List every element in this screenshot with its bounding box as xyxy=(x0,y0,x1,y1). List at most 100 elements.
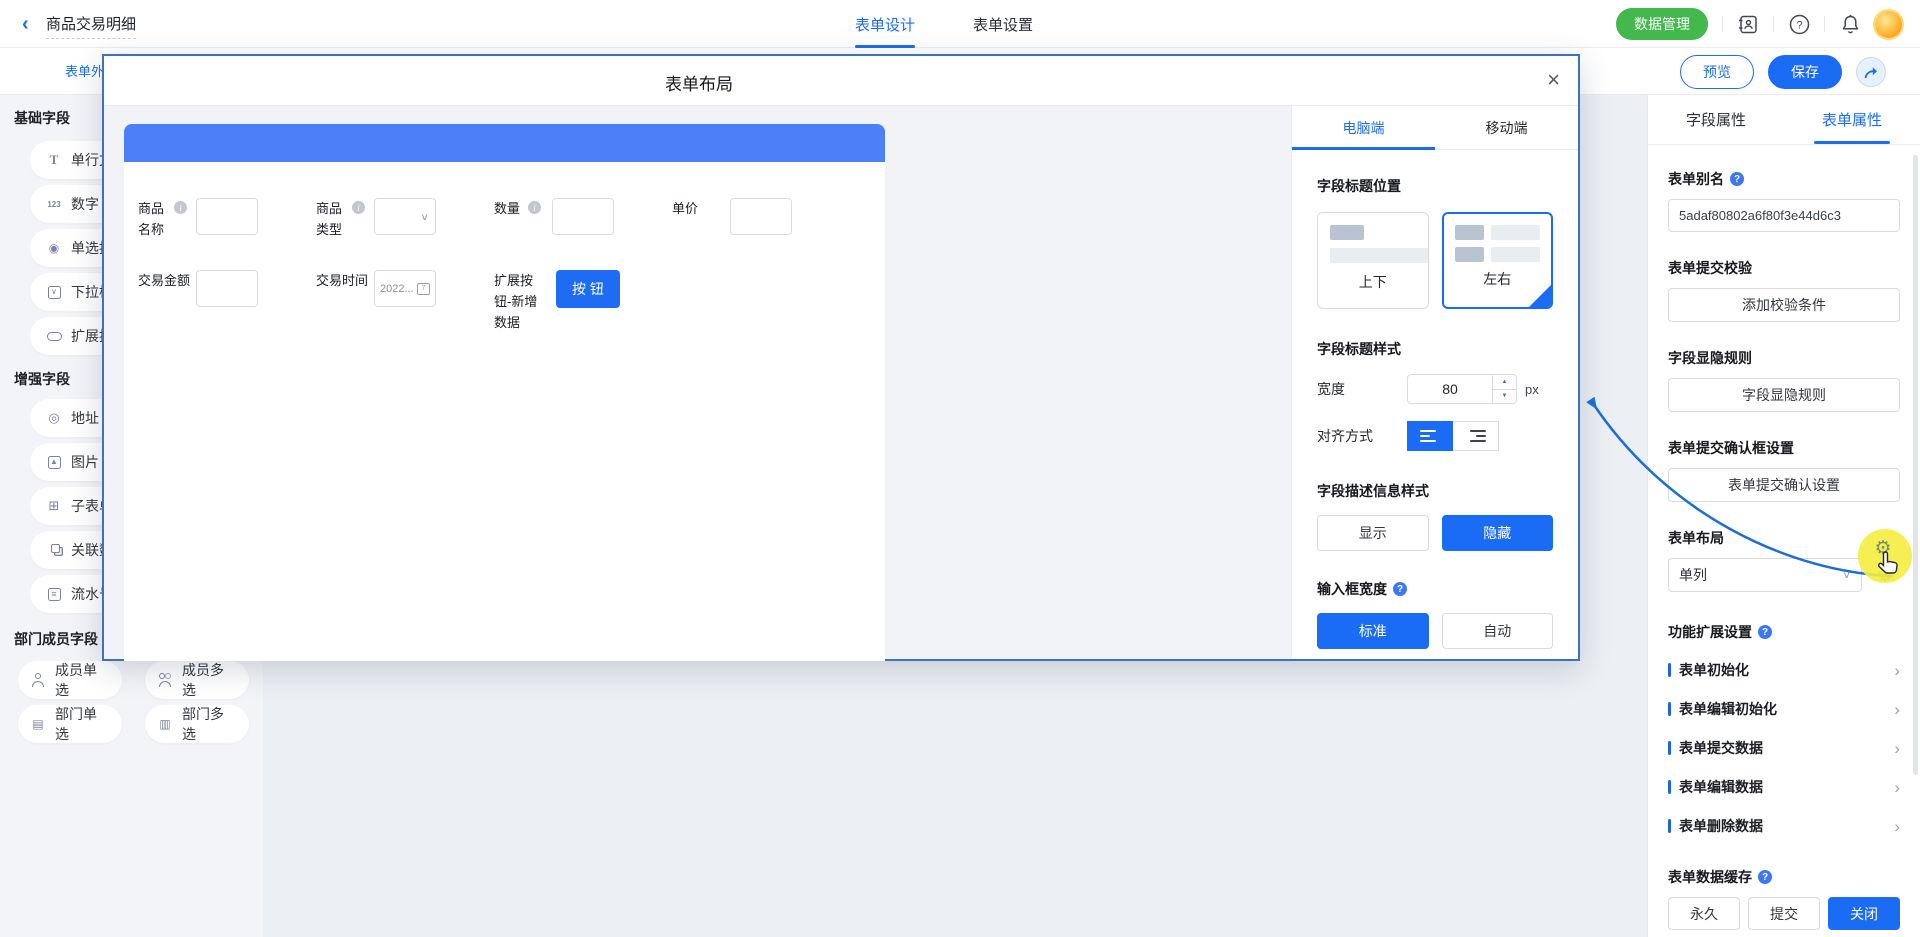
field-visibility-label: 字段显隐规则 xyxy=(1668,348,1900,368)
tab-mobile[interactable]: 移动端 xyxy=(1435,106,1578,149)
close-icon[interactable]: × xyxy=(1547,68,1560,92)
calendar-icon: 7 xyxy=(417,283,430,295)
location-pin-icon: ◎ xyxy=(46,410,62,426)
group-title-enhanced: 增强字段 xyxy=(14,369,70,389)
desc-hide-button[interactable]: 隐藏 xyxy=(1442,515,1554,551)
form-external-link[interactable]: 表单外链 xyxy=(60,61,106,80)
help-icon[interactable]: ? xyxy=(1730,172,1744,186)
page-title[interactable]: 商品交易明细 xyxy=(46,13,136,39)
department-icon: ▤ xyxy=(30,716,46,732)
extend-action-button[interactable]: 按 钮 xyxy=(556,270,620,308)
field-item-member-multi[interactable]: 成员多选 xyxy=(145,661,249,699)
top-bar: ‹ 商品交易明细 表单设计 表单设置 数据管理 ? xyxy=(0,0,1920,48)
notification-bell-icon[interactable] xyxy=(1839,13,1861,35)
tab-form-properties[interactable]: 表单属性 xyxy=(1784,95,1920,144)
back-icon[interactable]: ‹ xyxy=(22,13,29,35)
date-input[interactable]: 2022... 7 xyxy=(374,270,436,307)
input-width-standard-button[interactable]: 标准 xyxy=(1317,613,1429,649)
form-field-extend-button[interactable]: 扩展按钮-新增数据 按 钮 xyxy=(494,270,540,333)
ext-form-edit-init[interactable]: 表单编辑初始化› xyxy=(1668,698,1900,720)
info-icon[interactable]: i xyxy=(174,201,187,214)
field-item-dept-multi[interactable]: ▥ 部门多选 xyxy=(145,705,249,743)
blue-bar xyxy=(1668,663,1671,677)
form-alias-label: 表单别名? xyxy=(1668,169,1900,189)
chevron-right-icon: › xyxy=(1894,818,1900,835)
form-layout-select[interactable]: 单列 ∨ xyxy=(1668,558,1862,592)
ext-form-submit-data[interactable]: 表单提交数据› xyxy=(1668,737,1900,759)
data-manage-button[interactable]: 数据管理 xyxy=(1616,8,1708,40)
field-item-dept-single[interactable]: ▤ 部门单选 xyxy=(18,705,122,743)
divider xyxy=(1824,16,1825,32)
modal-title: 表单布局 xyxy=(104,70,1294,95)
info-icon[interactable]: i xyxy=(352,201,365,214)
person-icon xyxy=(30,672,46,688)
cache-close-button[interactable]: 关闭 xyxy=(1828,897,1900,930)
label-position-top-bottom[interactable]: 上下 xyxy=(1317,212,1429,309)
chevron-down-icon: ∨ xyxy=(1842,569,1851,580)
align-left-button[interactable] xyxy=(1407,421,1453,451)
width-label: 宽度 xyxy=(1317,379,1407,399)
help-icon[interactable]: ? xyxy=(1758,625,1772,639)
tab-form-settings[interactable]: 表单设置 xyxy=(973,0,1033,48)
radio-icon: ◉ xyxy=(46,240,62,256)
form-alias-input[interactable]: 5adaf80802a6f80f3e44d6c3 xyxy=(1668,199,1900,232)
save-button[interactable]: 保存 xyxy=(1768,55,1842,89)
preview-button[interactable]: 预览 xyxy=(1680,55,1754,89)
width-unit: px xyxy=(1525,382,1539,397)
svg-text:?: ? xyxy=(1796,19,1802,31)
align-right-button[interactable] xyxy=(1453,421,1499,451)
chevron-right-icon: › xyxy=(1894,701,1900,718)
group-title-members: 部门成员字段 xyxy=(14,629,98,649)
form-field-trade-time[interactable]: 交易时间 2022... 7 xyxy=(316,270,370,291)
step-down-icon[interactable]: ▼ xyxy=(1493,390,1516,404)
help-icon[interactable]: ? xyxy=(1788,13,1810,35)
width-stepper[interactable]: ▲▼ xyxy=(1493,374,1517,404)
tab-desktop[interactable]: 电脑端 xyxy=(1292,106,1435,149)
ext-form-edit-data[interactable]: 表单编辑数据› xyxy=(1668,776,1900,798)
submit-validation-label: 表单提交校验 xyxy=(1668,258,1900,278)
submit-confirm-button[interactable]: 表单提交确认设置 xyxy=(1668,468,1900,502)
ext-form-delete-data[interactable]: 表单删除数据› xyxy=(1668,815,1900,837)
form-layout-label: 表单布局 xyxy=(1668,528,1900,548)
form-field-product-type[interactable]: 商品类型 i ∨ xyxy=(316,198,346,240)
field-item-member-single[interactable]: 成员单选 xyxy=(18,661,122,699)
cache-permanent-button[interactable]: 永久 xyxy=(1668,897,1740,930)
width-value-input[interactable]: 80 xyxy=(1407,374,1493,404)
input-width-auto-button[interactable]: 自动 xyxy=(1442,613,1554,649)
panel-scrollbar[interactable] xyxy=(1913,155,1918,775)
tab-field-properties[interactable]: 字段属性 xyxy=(1648,95,1784,144)
form-field-unit-price[interactable]: 单价 xyxy=(672,198,702,219)
external-link-wrap: 表单外链 xyxy=(60,61,106,80)
address-book-icon[interactable] xyxy=(1737,13,1759,35)
text-input[interactable] xyxy=(730,198,792,235)
text-input[interactable] xyxy=(196,198,258,235)
avatar[interactable] xyxy=(1875,11,1902,38)
layout-settings-gear-button[interactable]: ⚙ xyxy=(1870,558,1900,592)
desc-show-button[interactable]: 显示 xyxy=(1317,515,1429,551)
properties-tabs: 字段属性 表单属性 xyxy=(1648,95,1920,145)
data-cache-label: 表单数据缓存? xyxy=(1668,867,1900,887)
cache-submit-button[interactable]: 提交 xyxy=(1748,897,1820,930)
form-header-banner xyxy=(124,124,885,162)
step-up-icon[interactable]: ▲ xyxy=(1493,375,1516,390)
help-icon[interactable]: ? xyxy=(1393,582,1407,596)
text-input[interactable] xyxy=(552,198,614,235)
share-button[interactable] xyxy=(1856,57,1886,87)
select-input[interactable]: ∨ xyxy=(374,198,436,235)
text-input[interactable] xyxy=(196,270,258,307)
field-visibility-button[interactable]: 字段显隐规则 xyxy=(1668,378,1900,412)
help-icon[interactable]: ? xyxy=(1758,870,1772,884)
ext-form-init[interactable]: 表单初始化› xyxy=(1668,659,1900,681)
label-style-title: 字段标题样式 xyxy=(1317,339,1553,359)
divider xyxy=(1722,16,1723,32)
main-tabs: 表单设计 表单设置 xyxy=(855,0,1033,48)
tab-form-design[interactable]: 表单设计 xyxy=(855,0,915,48)
extensions-label: 功能扩展设置? xyxy=(1668,622,1900,642)
info-icon[interactable]: i xyxy=(528,201,541,214)
label-position-left-right[interactable]: 左右 xyxy=(1442,212,1554,309)
add-validation-button[interactable]: 添加校验条件 xyxy=(1668,288,1900,322)
form-field-trade-amount[interactable]: 交易金额 xyxy=(138,270,192,291)
blue-bar xyxy=(1668,780,1671,794)
form-field-product-name[interactable]: 商品名称 i xyxy=(138,198,168,240)
form-field-quantity[interactable]: 数量 i xyxy=(494,198,524,219)
